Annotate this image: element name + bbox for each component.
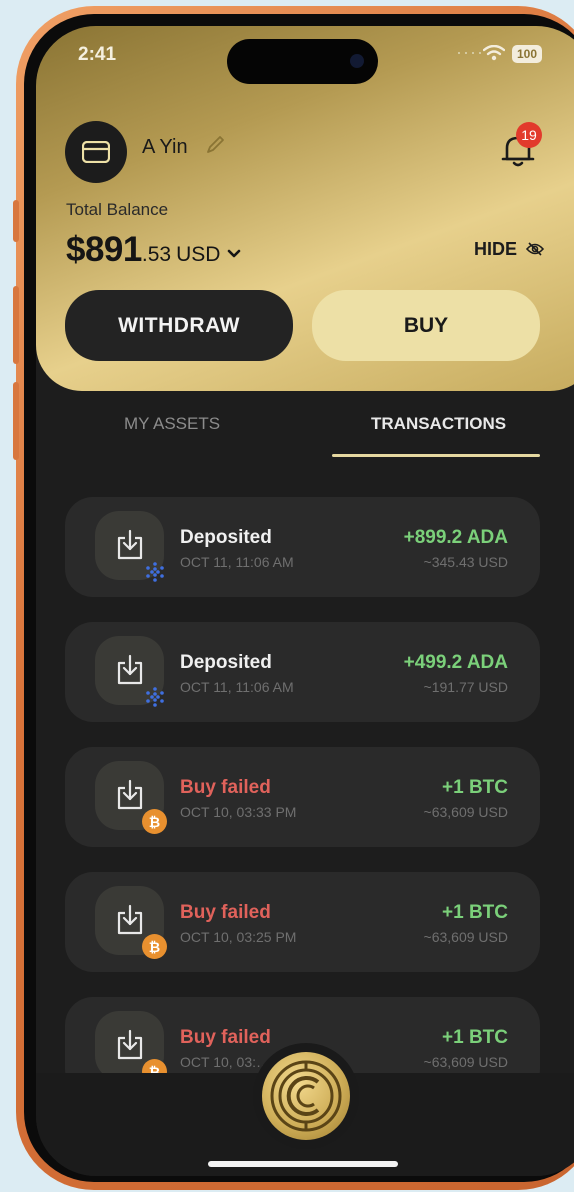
transaction-usd-value: ~345.43 USD — [423, 554, 508, 570]
transaction-icon — [95, 511, 164, 582]
transaction-card[interactable]: Deposited OCT 11, 11:06 AM +899.2 ADA ~345.… — [65, 497, 540, 597]
coin-logo-graphic — [270, 1060, 342, 1132]
ada-icon — [142, 559, 167, 584]
status-time: 2:41 — [78, 44, 117, 65]
wallet-header: 2:41 ···· 100 A Yin 19 Total Balance $89… — [36, 26, 574, 391]
btc-icon: ₿ — [142, 934, 167, 959]
volume-up-button — [13, 286, 19, 364]
signal-icon: ···· — [456, 42, 484, 62]
battery-indicator: 100 — [512, 45, 542, 63]
transaction-title: Deposited — [180, 652, 272, 673]
total-balance[interactable]: $891.53 USD — [66, 230, 241, 270]
transaction-icon — [95, 636, 164, 707]
balance-amount: $891 — [66, 230, 142, 269]
transaction-amount: +499.2 ADA — [403, 652, 508, 673]
transaction-date: OCT 10, 03:… — [180, 1054, 271, 1070]
transaction-icon: ₿ — [95, 761, 167, 834]
download-icon — [117, 904, 143, 935]
ada-glyph — [145, 686, 164, 707]
download-icon — [117, 779, 143, 810]
transaction-title: Buy failed — [180, 1027, 271, 1048]
ada-icon — [142, 684, 167, 709]
transaction-date: OCT 10, 03:25 PM — [180, 929, 297, 945]
avatar[interactable] — [65, 121, 127, 183]
withdraw-button[interactable]: WITHDRAW — [65, 290, 293, 361]
transaction-usd-value: ~63,609 USD — [423, 929, 508, 945]
buy-button[interactable]: BUY — [312, 290, 540, 361]
tab-transactions[interactable]: TRANSACTIONS — [371, 414, 506, 434]
action-button — [13, 200, 19, 242]
transaction-date: OCT 11, 11:06 AM — [180, 554, 294, 570]
hide-label: HIDE — [474, 238, 518, 259]
wifi-icon — [483, 45, 505, 61]
download-icon — [117, 654, 143, 685]
volume-down-button — [13, 382, 19, 460]
transaction-icon: ₿ — [95, 1011, 167, 1075]
transaction-amount: +1 BTC — [442, 902, 508, 923]
hide-balance-button[interactable]: HIDE — [474, 238, 545, 260]
eye-off-icon — [526, 242, 545, 256]
wallet-icon — [82, 141, 110, 163]
transaction-amount: +1 BTC — [442, 1027, 508, 1048]
balance-decimals: .53 — [141, 243, 172, 266]
download-icon — [117, 529, 143, 560]
dynamic-island — [227, 39, 378, 84]
transaction-list[interactable]: Deposited OCT 11, 11:06 AM +899.2 ADA ~345.… — [65, 497, 540, 1075]
coin-logo-icon[interactable] — [262, 1052, 350, 1140]
user-name: A Yin — [142, 136, 188, 158]
transaction-usd-value: ~63,609 USD — [423, 1054, 508, 1070]
tab-my-assets[interactable]: MY ASSETS — [124, 414, 220, 434]
chevron-down-icon[interactable] — [227, 249, 241, 259]
currency-selector[interactable]: USD — [176, 243, 220, 266]
pencil-icon[interactable] — [204, 134, 226, 156]
transaction-title: Buy failed — [180, 777, 271, 798]
transaction-card[interactable]: ₿ Buy failed OCT 10, 03:25 PM +1 BTC ~63,609… — [65, 872, 540, 972]
transaction-usd-value: ~191.77 USD — [423, 679, 508, 695]
transaction-title: Buy failed — [180, 902, 271, 923]
camera-icon — [350, 54, 364, 68]
transaction-amount: +899.2 ADA — [403, 527, 508, 548]
transaction-card[interactable]: ₿ Buy failed OCT 10, 03:33 PM +1 BTC ~63,609… — [65, 747, 540, 847]
notification-badge: 19 — [516, 122, 542, 148]
transaction-date: OCT 11, 11:06 AM — [180, 679, 294, 695]
download-icon — [117, 1029, 143, 1060]
transaction-amount: +1 BTC — [442, 777, 508, 798]
transaction-title: Deposited — [180, 527, 272, 548]
transaction-usd-value: ~63,609 USD — [423, 804, 508, 820]
app-screen: 2:41 ···· 100 A Yin 19 Total Balance $89… — [36, 26, 574, 1176]
transaction-icon: ₿ — [95, 886, 167, 959]
transaction-card[interactable]: Deposited OCT 11, 11:06 AM +499.2 ADA ~191.… — [65, 622, 540, 722]
transaction-date: OCT 10, 03:33 PM — [180, 804, 297, 820]
ada-glyph — [145, 561, 164, 582]
balance-label: Total Balance — [66, 200, 169, 219]
btc-icon: ₿ — [142, 809, 167, 834]
home-indicator[interactable] — [208, 1161, 398, 1167]
active-tab-indicator — [332, 454, 540, 457]
